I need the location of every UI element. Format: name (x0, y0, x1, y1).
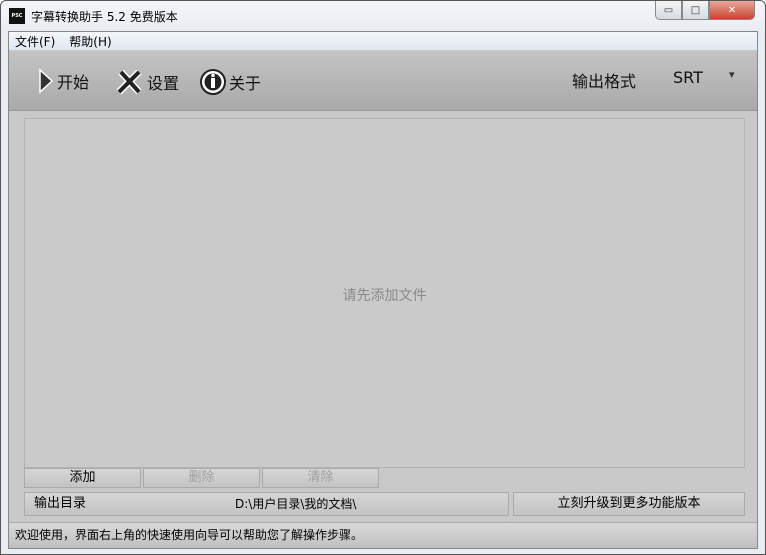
start-label: 开始 (57, 73, 90, 92)
app-icon: PSC (9, 8, 25, 24)
toolbar: 开始 设置 关于 输出格式 SRT ▾ (9, 51, 757, 111)
settings-button[interactable]: 设置 (115, 68, 179, 96)
add-button[interactable]: 添加 (24, 468, 141, 488)
output-dir-path: D:\用户目录\我的文档\ (235, 497, 357, 511)
start-button[interactable]: 开始 (37, 68, 89, 94)
maximize-button[interactable]: □ (682, 1, 709, 20)
menu-file[interactable]: 文件(F) (15, 33, 55, 50)
output-format-label: 输出格式 (572, 72, 637, 91)
about-button[interactable]: 关于 (199, 68, 261, 96)
about-label: 关于 (229, 74, 262, 93)
delete-button[interactable]: 删除 (143, 468, 260, 488)
output-dir-label: 输出目录 (34, 496, 87, 511)
play-icon (39, 68, 54, 94)
title-bar: PSC 字幕转换助手 5.2 免费版本 ▭ □ ✕ (1, 1, 765, 31)
app-window: PSC 字幕转换助手 5.2 免费版本 ▭ □ ✕ 文件(F) 帮助(H) 开始… (0, 0, 766, 555)
menu-bar: 文件(F) 帮助(H) (9, 32, 757, 50)
empty-hint: 请先添加文件 (342, 288, 427, 304)
status-bar: 欢迎使用，界面右上角的快速使用向导可以帮助您了解操作步骤。 (9, 522, 757, 548)
tools-icon (116, 69, 142, 95)
output-dir-button[interactable]: 输出目录 D:\用户目录\我的文档\ (24, 492, 509, 516)
settings-label: 设置 (147, 74, 180, 93)
minimize-button[interactable]: ▭ (655, 1, 682, 20)
menu-help[interactable]: 帮助(H) (69, 33, 111, 50)
upgrade-button[interactable]: 立刻升级到更多功能版本 (513, 492, 745, 516)
format-select[interactable]: SRT (673, 68, 703, 87)
close-button[interactable]: ✕ (709, 1, 755, 20)
file-list[interactable]: 请先添加文件 (24, 118, 745, 468)
dropdown-arrow-icon[interactable]: ▾ (729, 68, 735, 81)
window-title: 字幕转换助手 5.2 免费版本 (31, 10, 178, 24)
clear-button[interactable]: 清除 (262, 468, 379, 488)
info-icon (200, 69, 226, 95)
